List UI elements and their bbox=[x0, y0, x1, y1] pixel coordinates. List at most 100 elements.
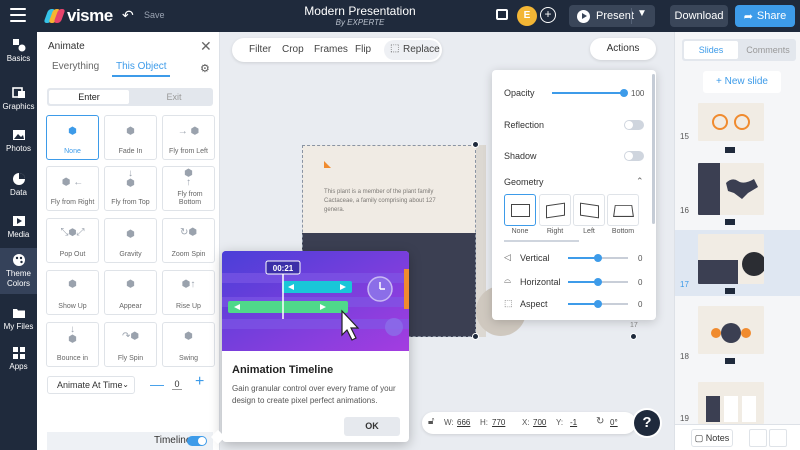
tab-everything[interactable]: Everything bbox=[52, 61, 99, 72]
new-slide-button[interactable]: + New slide bbox=[703, 71, 781, 93]
time-stepper-value[interactable]: 0 bbox=[172, 379, 182, 390]
nav-data[interactable]: Data bbox=[0, 172, 37, 204]
chevron-down-icon[interactable]: ▼ bbox=[637, 8, 647, 19]
slide-thumb-row[interactable]: 16 bbox=[675, 160, 800, 225]
x-input[interactable]: 700 bbox=[533, 418, 546, 427]
height-value[interactable]: 770 bbox=[492, 418, 505, 427]
opacity-slider[interactable] bbox=[552, 89, 628, 97]
slide-thumbnail[interactable] bbox=[698, 234, 764, 284]
decrement-button[interactable]: — bbox=[150, 376, 164, 392]
list-view-icon[interactable] bbox=[769, 429, 787, 447]
x-value[interactable]: 700 bbox=[533, 418, 546, 427]
grid-view-icon[interactable] bbox=[749, 429, 767, 447]
opacity-handle[interactable] bbox=[620, 89, 628, 97]
document-title[interactable]: Modern Presentation bbox=[280, 4, 440, 18]
anim-zoom-spin[interactable]: ↻⬢ Zoom Spin bbox=[162, 218, 215, 263]
anim-gravity[interactable]: ⬢ Gravity bbox=[104, 218, 157, 263]
slide-thumbnail[interactable] bbox=[698, 103, 764, 141]
anim-fly-left[interactable]: → ⬢ Fly from Left bbox=[162, 115, 215, 160]
filter-button[interactable]: Filter bbox=[249, 44, 271, 55]
shadow-toggle[interactable] bbox=[624, 151, 644, 161]
slide-thumb-row[interactable]: 18 bbox=[675, 302, 800, 364]
anim-fly-bottom[interactable]: ⬢ ↑ Fly from Bottom bbox=[162, 166, 215, 211]
resize-handle[interactable] bbox=[630, 333, 637, 340]
gear-icon[interactable]: ⚙ bbox=[200, 62, 210, 75]
height-input[interactable]: 770 bbox=[492, 418, 505, 427]
transition-icon[interactable] bbox=[725, 358, 735, 364]
rotation-input[interactable]: 0° bbox=[610, 418, 618, 427]
resize-handle[interactable] bbox=[472, 141, 479, 148]
geometry-scrollbar[interactable] bbox=[504, 240, 579, 242]
flip-button[interactable]: Flip bbox=[355, 44, 371, 55]
present-button[interactable]: Present ▼ bbox=[569, 5, 655, 27]
chevron-up-icon[interactable]: ⌃ bbox=[636, 176, 644, 187]
width-value[interactable]: 666 bbox=[457, 418, 470, 427]
geometry-left[interactable] bbox=[573, 194, 605, 226]
crop-button[interactable]: Crop bbox=[282, 44, 304, 55]
horizontal-handle[interactable] bbox=[594, 278, 602, 286]
transition-icon[interactable] bbox=[725, 288, 735, 294]
anim-fly-top[interactable]: ↓ ⬢ Fly from Top bbox=[104, 166, 157, 211]
nav-basics[interactable]: Basics bbox=[0, 38, 37, 70]
aspect-handle[interactable] bbox=[594, 300, 602, 308]
timeline-toggle[interactable] bbox=[187, 436, 207, 446]
anim-bounce-in[interactable]: ↓ ⬢ Bounce in bbox=[46, 322, 99, 367]
transition-icon[interactable] bbox=[725, 219, 735, 225]
anim-fly-right[interactable]: ⬢ ← Fly from Right bbox=[46, 166, 99, 211]
resize-handle[interactable] bbox=[472, 333, 479, 340]
visme-logo[interactable]: visme bbox=[43, 6, 113, 26]
slide-thumb-row[interactable]: 19 bbox=[675, 378, 800, 424]
rotation-value[interactable]: 0° bbox=[610, 418, 618, 427]
geometry-right[interactable] bbox=[539, 194, 571, 226]
vertical-slider[interactable] bbox=[568, 254, 628, 262]
anim-rise-up[interactable]: ⬢↑ Rise Up bbox=[162, 270, 215, 315]
nav-my-files[interactable]: My Files bbox=[0, 306, 37, 338]
transition-icon[interactable] bbox=[725, 147, 735, 153]
notes-button[interactable]: ▢ Notes bbox=[691, 429, 733, 447]
actions-button[interactable]: Actions bbox=[590, 38, 656, 60]
download-button[interactable]: Download bbox=[670, 5, 728, 27]
nav-apps[interactable]: Apps bbox=[0, 346, 37, 378]
lock-icon[interactable]: 🔓︎ bbox=[428, 416, 434, 427]
slide-thumb-row[interactable]: 15 bbox=[675, 100, 800, 156]
slide-thumb-row-active[interactable]: 17 bbox=[675, 230, 800, 296]
width-input[interactable]: 666 bbox=[457, 418, 470, 427]
replace-button[interactable]: ⬚ Replace bbox=[384, 40, 440, 60]
tab-this-object[interactable]: This Object bbox=[116, 61, 167, 72]
close-icon[interactable]: ✕ bbox=[200, 38, 212, 55]
y-value[interactable]: -1 bbox=[570, 418, 577, 427]
anim-none[interactable]: ⬢ None bbox=[46, 115, 99, 160]
animate-time-select[interactable]: Animate At Time ⌄ bbox=[47, 376, 135, 394]
anim-swing[interactable]: ⬢ Swing bbox=[162, 322, 215, 367]
y-input[interactable]: -1 bbox=[570, 418, 577, 427]
enter-tab[interactable]: Enter bbox=[49, 90, 129, 104]
anim-fade-in[interactable]: ⬢ Fade In bbox=[104, 115, 157, 160]
menu-icon[interactable] bbox=[10, 8, 26, 22]
slide-thumbnail[interactable] bbox=[698, 163, 764, 215]
anim-pop-out[interactable]: ⤡⬢⤢ Pop Out bbox=[46, 218, 99, 263]
tab-comments[interactable]: Comments bbox=[742, 41, 794, 59]
exit-tab[interactable]: Exit bbox=[139, 90, 209, 104]
vertical-handle[interactable] bbox=[594, 254, 602, 262]
anim-show-up[interactable]: ⬢ Show Up bbox=[46, 270, 99, 315]
share-button[interactable]: ➦ Share bbox=[735, 5, 795, 27]
nav-theme-colors[interactable]: Theme Colors bbox=[0, 248, 37, 294]
actions-scrollbar[interactable] bbox=[652, 74, 655, 224]
geometry-bottom[interactable] bbox=[607, 194, 639, 226]
nav-media[interactable]: Media bbox=[0, 214, 37, 246]
geometry-none[interactable] bbox=[504, 194, 536, 226]
avatar[interactable]: E bbox=[517, 6, 537, 26]
undo-icon[interactable]: ↶ bbox=[122, 7, 134, 24]
ok-button[interactable]: OK bbox=[344, 417, 400, 436]
slide-thumbnail[interactable] bbox=[698, 382, 764, 424]
nav-graphics[interactable]: Graphics bbox=[0, 86, 37, 118]
help-button[interactable]: ? bbox=[634, 410, 660, 436]
horizontal-slider[interactable] bbox=[568, 278, 628, 286]
add-collaborator-icon[interactable]: + bbox=[540, 7, 556, 23]
reflection-toggle[interactable] bbox=[624, 120, 644, 130]
comments-icon[interactable] bbox=[496, 9, 508, 20]
tab-slides[interactable]: Slides bbox=[684, 41, 738, 59]
frames-button[interactable]: Frames bbox=[314, 44, 348, 55]
save-button[interactable]: Save bbox=[144, 10, 165, 20]
anim-appear[interactable]: ⬢ Appear bbox=[104, 270, 157, 315]
